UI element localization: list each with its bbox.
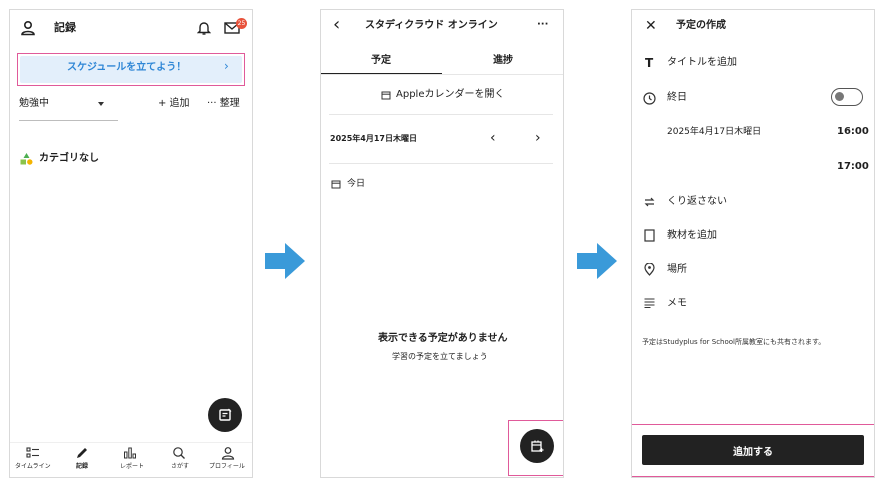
status-filter[interactable]: 勉強中 bbox=[19, 99, 49, 109]
all-day-label: 終日 bbox=[667, 92, 687, 103]
new-record-button[interactable] bbox=[208, 398, 242, 432]
notification-badge: 25 bbox=[236, 18, 247, 29]
calendar-icon bbox=[381, 90, 391, 100]
book-icon bbox=[644, 229, 655, 242]
place-input[interactable]: 場所 bbox=[667, 265, 687, 275]
page-title: 記録 bbox=[54, 21, 76, 34]
today-label: 今日 bbox=[347, 179, 366, 189]
profile-icon[interactable] bbox=[221, 446, 235, 460]
memo-input[interactable]: メモ bbox=[667, 299, 687, 309]
share-note: 予定はStudyplus for School所属教室にも共有されます。 bbox=[642, 338, 826, 346]
screen-classroom: ‹ スタディクラウド オンライン ··· 予定 進捗 Appleカレンダーを開く… bbox=[320, 9, 564, 478]
bell-icon[interactable] bbox=[197, 20, 211, 36]
nav-report[interactable]: レポート bbox=[120, 464, 144, 470]
start-date[interactable]: 2025年4月17日木曜日 bbox=[667, 128, 761, 137]
divider bbox=[329, 114, 553, 115]
screen-records: 記録 25 スケジュールを立てよう！ › 勉強中 + 追加 ··· 整理 カテゴ… bbox=[9, 9, 253, 478]
repeat-setting[interactable]: くり返さない bbox=[667, 197, 727, 207]
highlight-box bbox=[632, 424, 874, 477]
highlight-box bbox=[17, 53, 245, 86]
back-chevron-icon[interactable]: ‹ bbox=[333, 16, 340, 34]
organize-button[interactable]: ··· 整理 bbox=[207, 99, 240, 109]
nav-profile[interactable]: プロフィール bbox=[209, 464, 245, 470]
add-button[interactable]: + 追加 bbox=[158, 99, 190, 109]
prev-day-button[interactable]: ‹ bbox=[490, 131, 496, 145]
apple-calendar-link[interactable]: Appleカレンダーを開く bbox=[396, 90, 504, 100]
badge-count: 25 bbox=[237, 20, 246, 27]
note-add-icon bbox=[219, 408, 232, 421]
tab-schedule[interactable]: 予定 bbox=[371, 56, 391, 66]
empty-state-title: 表示できる予定がありません bbox=[378, 333, 508, 344]
start-time[interactable]: 16:00 bbox=[837, 127, 869, 137]
account-icon[interactable] bbox=[20, 20, 36, 36]
tab-progress[interactable]: 進捗 bbox=[493, 56, 513, 66]
repeat-icon bbox=[643, 196, 656, 208]
classroom-title: スタディクラウド オンライン bbox=[365, 20, 498, 31]
location-pin-icon bbox=[644, 263, 655, 276]
nav-search[interactable]: さがす bbox=[171, 464, 189, 470]
memo-icon bbox=[644, 298, 655, 308]
clock-icon bbox=[643, 92, 656, 105]
pencil-icon[interactable] bbox=[75, 446, 89, 460]
report-chart-icon[interactable] bbox=[123, 446, 137, 460]
material-input[interactable]: 教材を追加 bbox=[667, 231, 717, 241]
next-day-button[interactable]: › bbox=[535, 131, 541, 145]
create-title: 予定の作成 bbox=[676, 20, 726, 31]
calendar-icon bbox=[331, 179, 341, 189]
tab-divider bbox=[321, 74, 563, 75]
category-label: カテゴリなし bbox=[39, 153, 99, 164]
timeline-icon[interactable] bbox=[26, 446, 40, 460]
bottom-nav-divider bbox=[10, 442, 252, 443]
more-menu-icon[interactable]: ··· bbox=[537, 20, 548, 30]
title-input[interactable]: タイトルを追加 bbox=[667, 58, 737, 68]
nav-timeline[interactable]: タイムライン bbox=[15, 464, 51, 470]
flow-arrow-icon bbox=[577, 243, 617, 279]
divider bbox=[329, 163, 553, 164]
all-day-toggle[interactable] bbox=[831, 88, 863, 106]
screen-create-schedule: ✕ 予定の作成 T タイトルを追加 終日 2025年4月17日木曜日 16:00… bbox=[631, 9, 875, 478]
category-icon bbox=[20, 153, 33, 165]
close-icon[interactable]: ✕ bbox=[645, 19, 657, 33]
title-icon: T bbox=[645, 56, 654, 70]
filter-underline bbox=[19, 120, 118, 121]
caret-down-icon bbox=[98, 102, 104, 106]
highlight-box bbox=[508, 420, 563, 476]
search-icon[interactable] bbox=[172, 446, 186, 460]
flow-arrow-icon bbox=[265, 243, 305, 279]
nav-records[interactable]: 記録 bbox=[76, 464, 88, 470]
current-date: 2025年4月17日木曜日 bbox=[330, 134, 417, 143]
empty-state-subtitle: 学習の予定を立てましょう bbox=[392, 352, 488, 361]
toggle-knob bbox=[835, 92, 844, 101]
end-time[interactable]: 17:00 bbox=[837, 162, 869, 172]
